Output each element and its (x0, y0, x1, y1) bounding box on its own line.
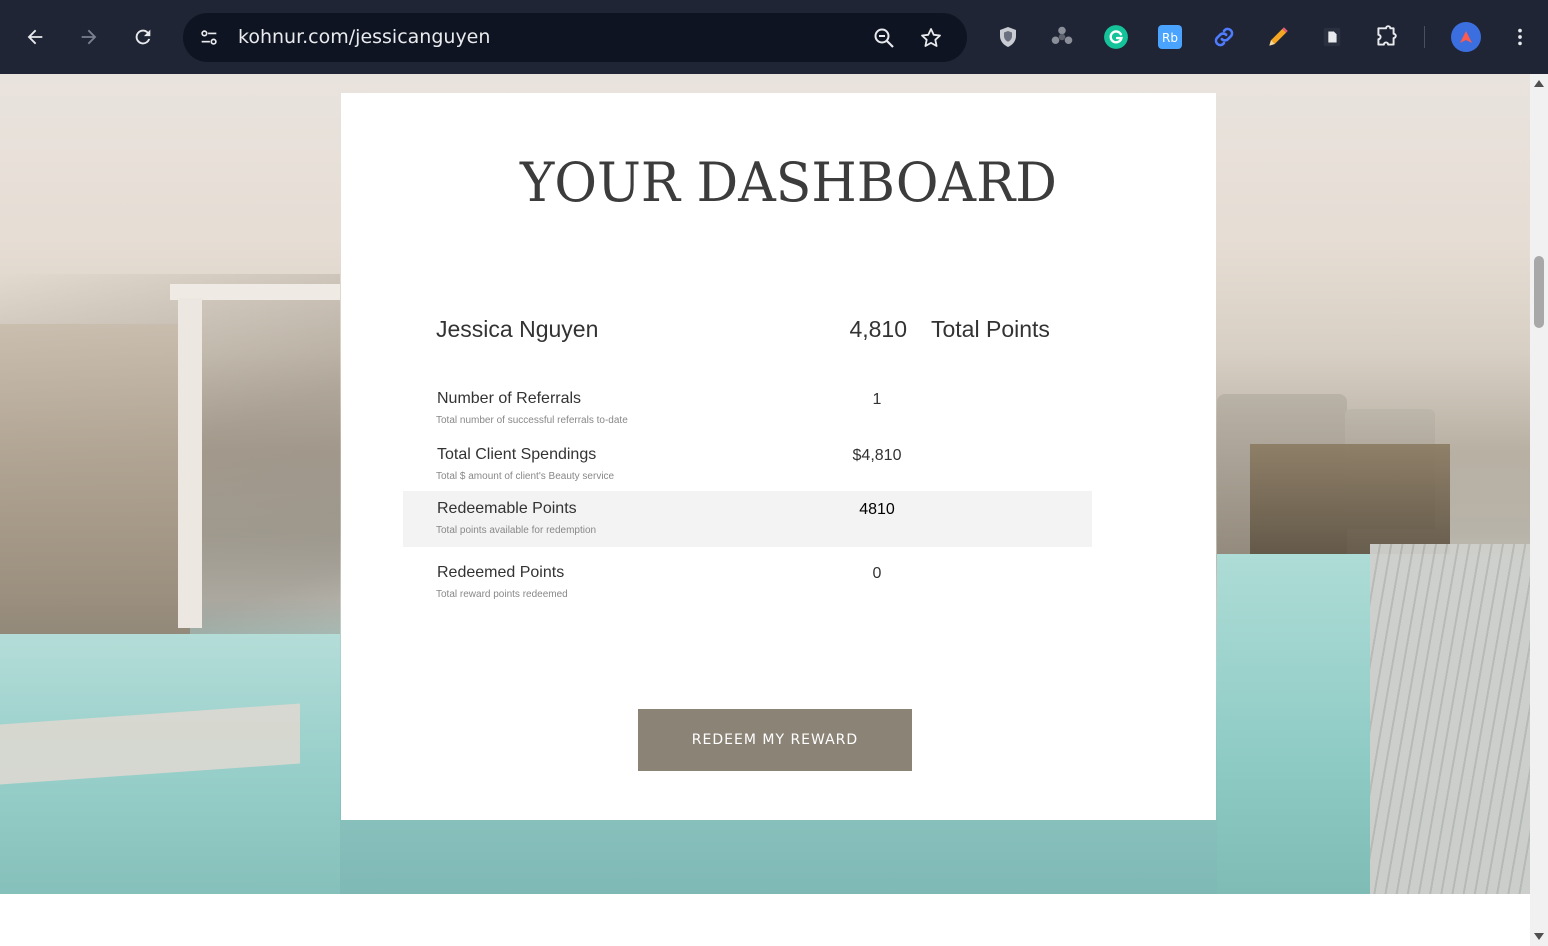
user-name: Jessica Nguyen (436, 316, 599, 342)
arrow-right-icon (81, 29, 97, 45)
stat-sublabel: Total reward points redeemed (436, 589, 568, 600)
stat-value: $4,810 (852, 447, 902, 464)
shield-extension-icon[interactable] (993, 22, 1023, 52)
puzzle-extensions-icon[interactable] (1371, 22, 1401, 52)
stat-sublabel: Total points available for redemption (436, 525, 597, 536)
scroll-down-arrow-icon[interactable] (1534, 933, 1544, 940)
page-scrollbar[interactable] (1530, 74, 1548, 946)
stat-value: 1 (872, 391, 882, 408)
address-bar[interactable]: kohnur.com/jessicanguyen (183, 13, 967, 62)
stat-row-redeemable-points: Redeemable Points Total points available… (403, 491, 1092, 547)
stat-sublabel: Total $ amount of client's Beauty servic… (436, 471, 615, 482)
page-title: YOUR DASHBOARD (520, 151, 1057, 215)
profile-avatar-icon[interactable] (1451, 22, 1481, 52)
browser-toolbar: kohnur.com/jessicanguyen Rb (0, 0, 1548, 74)
tune-icon (200, 29, 217, 45)
scroll-thumb[interactable] (1534, 256, 1544, 328)
arrow-left-icon (27, 29, 43, 45)
stat-value: 4810 (859, 501, 895, 518)
document-extension-icon[interactable] (1317, 22, 1347, 52)
chrome-menu-button[interactable] (1505, 22, 1535, 52)
stat-label: Total Client Spendings (437, 446, 597, 463)
stat-label: Redeemed Points (437, 564, 565, 581)
back-button[interactable] (17, 19, 53, 55)
stat-value: 0 (872, 565, 882, 582)
scroll-up-arrow-icon[interactable] (1534, 80, 1544, 87)
reload-button[interactable] (125, 19, 161, 55)
kebab-menu-icon (1518, 28, 1522, 46)
svg-text:Rb: Rb (1162, 31, 1178, 45)
site-info-button[interactable] (193, 22, 224, 53)
total-points-label: Total Points (931, 316, 1050, 342)
toolbar-divider (1424, 26, 1425, 48)
dashboard-card: YOUR DASHBOARD Jessica Nguyen 4,810 Tota… (341, 93, 1216, 820)
stat-row-redeemed-points: Redeemed Points Total reward points rede… (403, 555, 1092, 611)
page-content: YOUR DASHBOARD Jessica Nguyen 4,810 Tota… (0, 74, 1530, 946)
cloud-extension-icon[interactable] (1047, 22, 1077, 52)
stat-label: Number of Referrals (437, 390, 582, 407)
zoom-out-icon (874, 28, 894, 48)
stat-row-client-spendings: Total Client Spendings Total $ amount of… (403, 437, 1092, 493)
total-points-value: 4,810 (849, 316, 907, 342)
star-icon (921, 28, 941, 47)
url-text[interactable]: kohnur.com/jessicanguyen (238, 26, 490, 48)
stat-sublabel: Total number of successful referrals to-… (436, 415, 628, 426)
grammarly-extension-icon[interactable] (1101, 22, 1131, 52)
bookmark-button[interactable] (916, 23, 946, 53)
reload-icon (135, 29, 151, 45)
pencil-extension-icon[interactable] (1263, 22, 1293, 52)
stat-row-referrals: Number of Referrals Total number of succ… (403, 381, 1092, 437)
rb-extension-icon[interactable]: Rb (1155, 22, 1185, 52)
redeem-reward-button[interactable]: REDEEM MY REWARD (638, 709, 912, 771)
forward-button[interactable] (71, 19, 107, 55)
link-extension-icon[interactable] (1209, 22, 1239, 52)
zoom-button[interactable] (869, 23, 899, 53)
stat-label: Redeemable Points (437, 500, 577, 517)
